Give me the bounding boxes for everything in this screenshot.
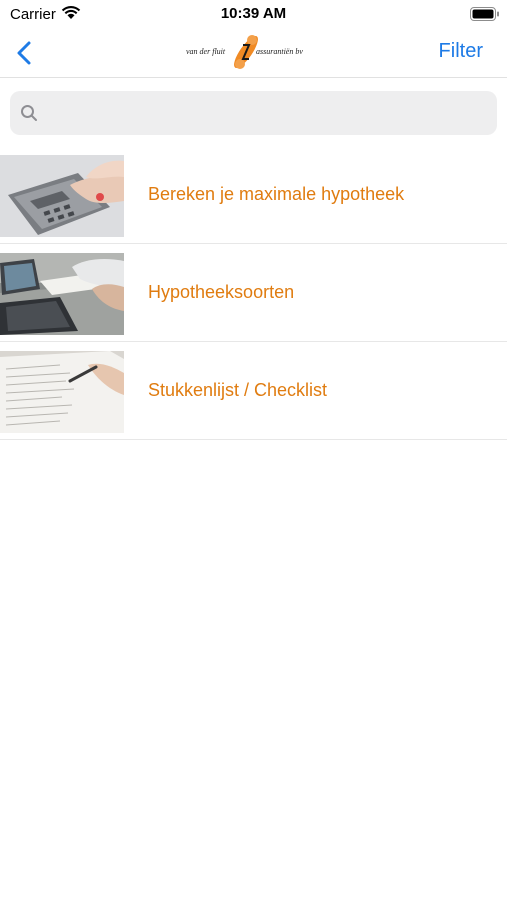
- app-screen: Carrier 10:39 AM van der fluit assuranti…: [0, 0, 507, 900]
- list-item-title: Bereken je maximale hypotheek: [148, 184, 405, 204]
- battery-icon: [470, 7, 499, 21]
- search-input[interactable]: [10, 91, 497, 135]
- list-item-title: Stukkenlijst / Checklist: [148, 380, 328, 400]
- article-list: Bereken je maximale hypotheek Hypotheeks…: [0, 146, 507, 440]
- list-item[interactable]: Hypotheeksoorten: [0, 244, 507, 342]
- company-logo: van der fluit assurantiën bv: [186, 32, 324, 72]
- list-item-title: Hypotheeksoorten: [148, 282, 295, 302]
- list-item[interactable]: Bereken je maximale hypotheek: [0, 146, 507, 244]
- status-bar: Carrier 10:39 AM: [0, 0, 507, 30]
- laptop-meeting-photo: [0, 253, 124, 335]
- navigation-bar: van der fluit assurantiën bv Filter: [0, 30, 507, 78]
- logo-text-right: assurantiën bv: [256, 47, 303, 56]
- checklist-document-photo: [0, 351, 124, 433]
- list-item[interactable]: Stukkenlijst / Checklist: [0, 342, 507, 440]
- back-chevron-icon[interactable]: [12, 38, 38, 68]
- search-icon: [21, 105, 37, 121]
- calculator-photo: [0, 155, 124, 237]
- filter-button[interactable]: Filter: [439, 40, 483, 63]
- logo-text-left: van der fluit: [186, 47, 226, 56]
- status-time: 10:39 AM: [220, 5, 287, 22]
